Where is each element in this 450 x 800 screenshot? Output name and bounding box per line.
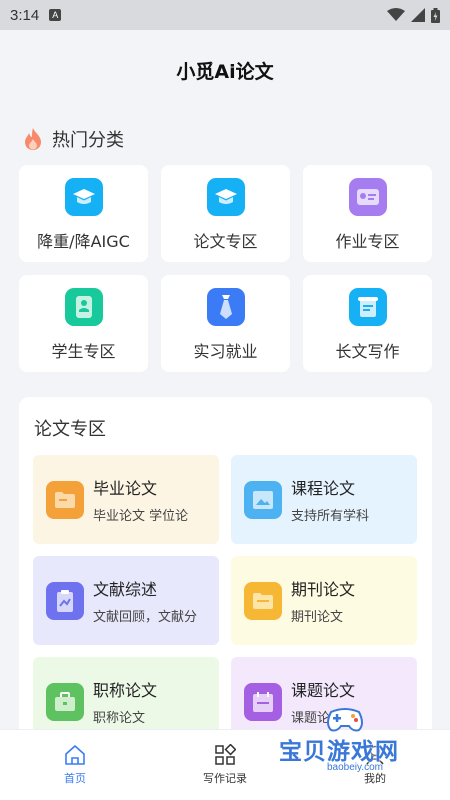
graduation-cap-icon [64,178,103,216]
category-card-homework[interactable]: 作业专区 [303,165,432,262]
paper-card-desc: 支持所有学科 [291,509,370,524]
status-icons [387,7,440,23]
tab-writing-records[interactable]: 写作记录 [150,730,300,800]
grid-icon [215,744,236,765]
paper-card-desc: 职称论文 [93,711,146,726]
folder-icon [244,581,282,620]
tab-label: 写作记录 [203,772,247,785]
paper-card-title: 课程论文 [291,479,356,498]
home-icon [65,745,85,765]
hot-section-header: 热门分类 [22,126,124,152]
tab-home[interactable]: 首页 [0,730,150,800]
tie-icon [206,288,245,326]
category-card-student[interactable]: 学生专区 [19,275,148,372]
category-label: 学生专区 [51,342,116,361]
category-card-internship[interactable]: 实习就业 [161,275,290,372]
category-card-dedup[interactable]: 降重/降AIGC [19,165,148,262]
calendar-icon [244,682,282,721]
status-bar: 3:14 A [0,0,450,30]
id-card-icon [348,178,387,216]
fire-icon [25,128,41,150]
paper-card-graduation[interactable]: 毕业论文 毕业论文 学位论 [33,455,219,544]
category-grid: 降重/降AIGC 论文专区 作业专区 学生专区 实习就业 长文写作 [19,165,432,372]
clipboard-icon [46,581,84,620]
folder-icon [46,480,84,519]
paper-card-literature[interactable]: 文献综述 文献回顾，文献分 [33,556,219,645]
status-time: 3:14 [10,6,40,24]
paper-card-title: 文献综述 [93,580,158,599]
picture-icon [244,480,282,519]
category-label: 作业专区 [335,232,400,251]
battery-icon [431,7,440,23]
paper-card-title: 毕业论文 [93,479,158,498]
paper-card-desc: 期刊论文 [291,610,344,625]
student-card-icon [64,288,103,326]
user-icon [366,745,384,765]
category-label: 降重/降AIGC [37,232,130,251]
scroll-icon [348,288,387,326]
paper-card-course[interactable]: 课程论文 支持所有学科 [231,455,417,544]
wifi-icon [387,8,405,21]
page-title: 小觅Ai论文 [176,60,274,83]
paper-card-desc: 文献回顾，文献分 [93,610,198,625]
paper-grid: 毕业论文 毕业论文 学位论 课程论文 支持所有学科 文献综述 文献回顾，文献分 [33,455,417,746]
category-label: 实习就业 [193,342,258,361]
tab-label: 首页 [64,772,86,785]
category-card-paper[interactable]: 论文专区 [161,165,290,262]
graduation-cap-icon [206,178,245,216]
paper-card-title: 职称论文 [93,681,158,700]
app-header: 小觅Ai论文 [0,30,450,110]
paper-card-title: 课题论文 [291,681,356,700]
paper-card-title: 期刊论文 [291,580,356,599]
hot-section-title: 热门分类 [52,130,124,151]
paper-zone-title: 论文专区 [34,419,106,440]
tab-mine[interactable]: 我的 [300,730,450,800]
paper-card-desc: 课题论 [291,711,331,726]
category-card-longform[interactable]: 长文写作 [303,275,432,372]
bottom-tab-bar: 首页 写作记录 我的 [0,729,450,800]
category-label: 长文写作 [335,342,400,361]
category-label: 论文专区 [193,232,258,251]
tab-label: 我的 [364,772,386,785]
paper-card-desc: 毕业论文 学位论 [93,509,189,524]
signal-icon [411,8,425,22]
notification-badge: A [49,9,62,21]
paper-card-journal[interactable]: 期刊论文 期刊论文 [231,556,417,645]
briefcase-icon [46,682,84,721]
